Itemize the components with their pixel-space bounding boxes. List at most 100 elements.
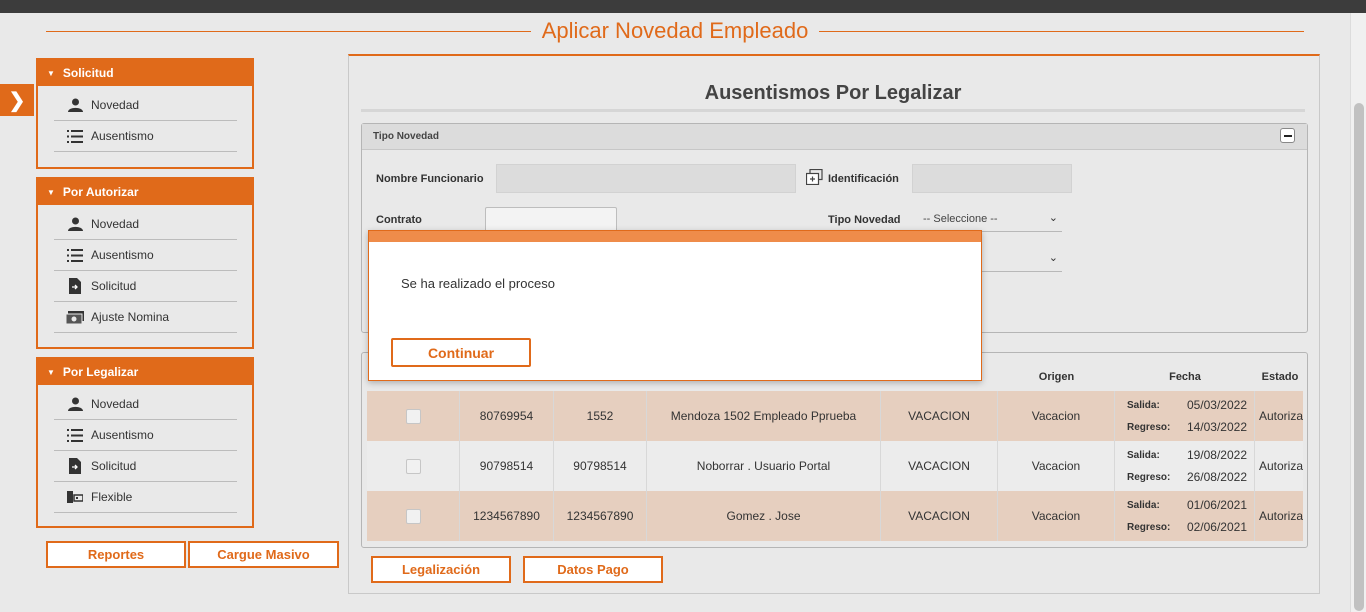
table-row[interactable]: 80769954 1552 Mendoza 1502 Empleado Ppru… (367, 391, 1303, 441)
cell-tipo: VACACION (881, 391, 998, 441)
nombre-funcionario-input[interactable] (496, 164, 796, 193)
cell-tipo: VACACION (881, 441, 998, 491)
regreso-label: Regreso: (1127, 471, 1171, 483)
header-rule-right (819, 30, 1305, 32)
sidebar-item-solicitud[interactable]: Solicitud (54, 271, 237, 302)
filter-header: Tipo Novedad (362, 124, 1307, 150)
sidebar-item-label: Ausentismo (91, 428, 154, 442)
section-title: Ausentismos Por Legalizar (361, 82, 1305, 112)
document-icon (66, 458, 84, 474)
column-header-fecha: Fecha (1169, 371, 1201, 383)
continuar-button[interactable]: Continuar (391, 338, 531, 367)
ausentismos-table: Origen Fecha Estado 80769954 1552 Mendoz… (361, 352, 1308, 548)
table-row[interactable]: 90798514 90798514 Noborrar . Usuario Por… (367, 441, 1303, 491)
row-checkbox[interactable] (405, 408, 421, 424)
sidebar-item-ausentismo[interactable]: Ausentismo (54, 240, 237, 271)
sidebar-item-ausentismo[interactable]: Ausentismo (54, 420, 237, 451)
cell-origen: Vacacion (998, 491, 1115, 541)
sidebar-toggle-button[interactable]: ❯ (0, 84, 34, 116)
page-scrollbar[interactable] (1350, 13, 1366, 612)
cell-code: 90798514 (554, 441, 647, 491)
filter-header-label: Tipo Novedad (373, 131, 439, 142)
salida-date: 19/08/2022 (1186, 448, 1247, 462)
regreso-date: 26/08/2022 (1186, 470, 1247, 484)
cell-code: 1234567890 (554, 491, 647, 541)
header-rule-left (46, 30, 531, 32)
page-title: Aplicar Novedad Empleado (541, 18, 809, 43)
cell-code: 1552 (554, 391, 647, 441)
datos-pago-button[interactable]: Datos Pago (523, 556, 663, 583)
search-popup-icon[interactable] (805, 168, 823, 188)
sidebar-item-label: Solicitud (91, 459, 137, 473)
sidebar-item-flexible[interactable]: Flexible (54, 482, 237, 513)
table-row[interactable]: 1234567890 1234567890 Gomez . Jose VACAC… (367, 491, 1303, 541)
regreso-label: Regreso: (1127, 521, 1171, 533)
row-checkbox[interactable] (405, 508, 421, 524)
sidebar-item-solicitud[interactable]: Solicitud (54, 451, 237, 482)
regreso-date: 14/03/2022 (1186, 420, 1247, 434)
caret-down-icon: ▼ (47, 68, 55, 78)
cell-fecha: Salida: 01/06/2021 Regreso: 02/06/2021 (1115, 491, 1255, 541)
row-checkbox-cell (367, 391, 460, 441)
confirmation-dialog: Se ha realizado el proceso Continuar (368, 230, 982, 381)
sidebar-item-label: Solicitud (91, 279, 137, 293)
sidebar-item-label: Ausentismo (91, 129, 154, 143)
row-checkbox-cell (367, 491, 460, 541)
cell-origen: Vacacion (998, 441, 1115, 491)
panel-title: Solicitud (62, 66, 114, 80)
scrollbar-thumb[interactable] (1354, 103, 1364, 611)
document-icon (66, 278, 84, 294)
sidebar-item-novedad[interactable]: Novedad (54, 389, 237, 420)
list-icon (66, 129, 84, 143)
panel-title: Por Legalizar (62, 365, 139, 379)
identificacion-input[interactable] (912, 164, 1072, 193)
row-checkbox-cell (367, 441, 460, 491)
contrato-label: Contrato (376, 214, 422, 226)
panel-por-legalizar: ▼ Por Legalizar Novedad Ausentismo Solic… (36, 357, 254, 528)
tipo-novedad-select[interactable]: -- Seleccione -- ⌄ (915, 206, 1062, 232)
cell-id: 90798514 (460, 441, 554, 491)
row-checkbox[interactable] (405, 458, 421, 474)
panel-header-solicitud[interactable]: ▼ Solicitud (38, 60, 252, 86)
caret-down-icon: ▼ (47, 367, 55, 377)
dialog-message: Se ha realizado el proceso (401, 276, 555, 291)
dialog-title-bar (369, 231, 981, 242)
sidebar-item-novedad[interactable]: Novedad (54, 90, 237, 121)
cargue-masivo-button[interactable]: Cargue Masivo (188, 541, 339, 568)
salida-date: 05/03/2022 (1186, 398, 1247, 412)
sidebar-item-ajuste-nomina[interactable]: Ajuste Nomina (54, 302, 237, 333)
door-icon (66, 491, 84, 503)
cell-name: Gomez . Jose (647, 491, 881, 541)
cell-estado: Autoriza (1259, 459, 1303, 473)
user-icon (66, 217, 84, 231)
cell-estado: Autoriza (1259, 409, 1303, 423)
reportes-button[interactable]: Reportes (46, 541, 186, 568)
list-icon (66, 248, 84, 262)
cell-id: 80769954 (460, 391, 554, 441)
chevron-right-icon: ❯ (8, 89, 26, 112)
cell-fecha: Salida: 19/08/2022 Regreso: 26/08/2022 (1115, 441, 1255, 491)
sidebar-item-novedad[interactable]: Novedad (54, 209, 237, 240)
sidebar-item-label: Novedad (91, 397, 140, 411)
salida-label: Salida: (1127, 449, 1160, 461)
caret-down-icon: ▼ (47, 187, 55, 197)
user-icon (66, 98, 84, 112)
page-header: Aplicar Novedad Empleado (46, 16, 1305, 46)
cell-name: Noborrar . Usuario Portal (647, 441, 881, 491)
salida-label: Salida: (1127, 399, 1160, 411)
cell-estado: Autoriza (1259, 509, 1303, 523)
sidebar-item-label: Novedad (91, 98, 140, 112)
collapse-button[interactable] (1280, 128, 1295, 143)
panel-header-por-autorizar[interactable]: ▼ Por Autorizar (38, 179, 252, 205)
panel-header-por-legalizar[interactable]: ▼ Por Legalizar (38, 359, 252, 385)
legalizacion-button[interactable]: Legalización (371, 556, 511, 583)
sidebar-item-label: Ausentismo (91, 248, 154, 262)
cell-tipo: VACACION (881, 491, 998, 541)
cell-name: Mendoza 1502 Empleado Pprueba (647, 391, 881, 441)
sidebar-item-ausentismo[interactable]: Ausentismo (54, 121, 237, 152)
sidebar-item-label: Novedad (91, 217, 140, 231)
user-icon (66, 397, 84, 411)
minus-icon (1283, 134, 1292, 137)
cell-fecha: Salida: 05/03/2022 Regreso: 14/03/2022 (1115, 391, 1255, 441)
tipo-novedad-value: -- Seleccione -- (923, 212, 998, 225)
